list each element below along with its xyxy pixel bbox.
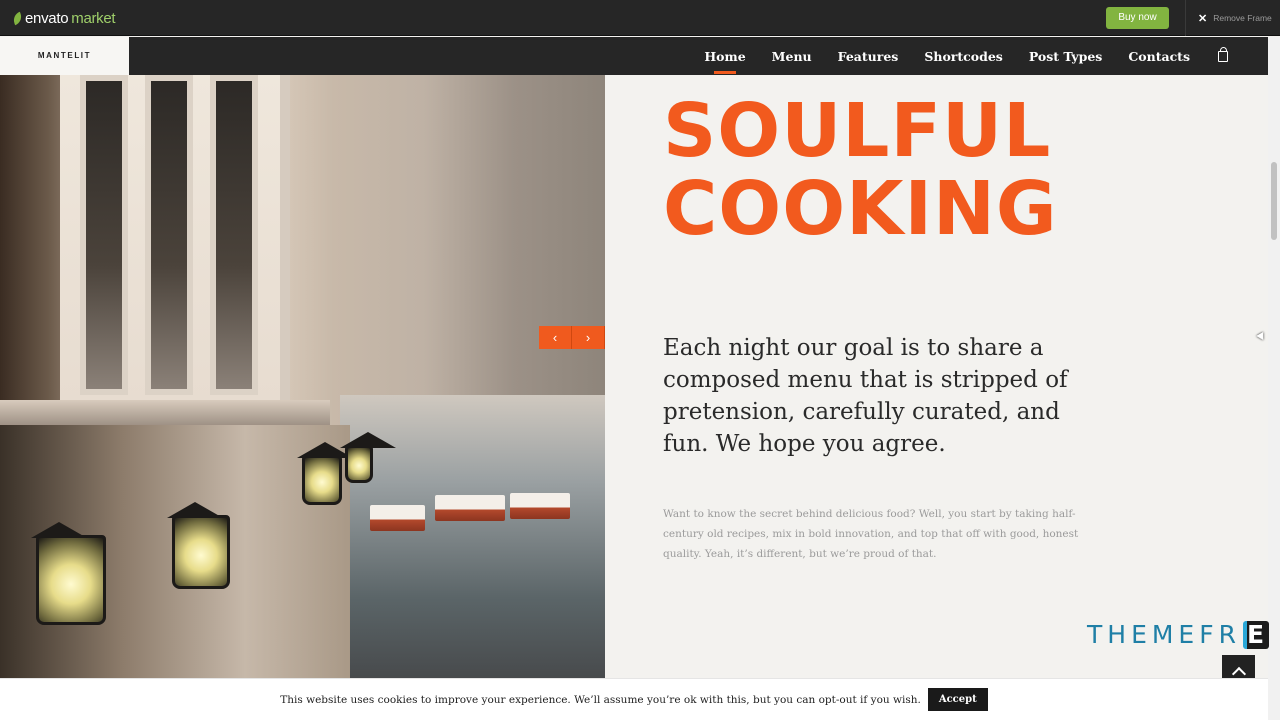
nav-item-home[interactable]: Home: [704, 49, 745, 64]
main-menu: Home Menu Features Shortcodes Post Types…: [704, 37, 1228, 75]
buy-now-button[interactable]: Buy now: [1106, 7, 1169, 29]
themefreesia-watermark: THEMEFR E: [1087, 620, 1269, 649]
window-pane: [210, 75, 258, 395]
nav-item-post-types[interactable]: Post Types: [1029, 49, 1103, 64]
headline-line-2: COOKING: [663, 166, 1058, 252]
leaf-icon: [11, 11, 24, 26]
window-pane: [80, 75, 128, 395]
nav-item-shortcodes[interactable]: Shortcodes: [924, 49, 1003, 64]
site-brand-logo[interactable]: MANTELIT: [0, 37, 129, 75]
slider-next-button[interactable]: ›: [572, 326, 605, 349]
logo-market-text: market: [71, 10, 116, 27]
nav-item-menu[interactable]: Menu: [772, 49, 812, 64]
lantern-shape: [345, 445, 373, 483]
envato-market-logo[interactable]: envato market: [11, 10, 116, 27]
slider-prev-button[interactable]: ‹: [539, 326, 572, 349]
logo-envato-text: envato: [25, 10, 69, 27]
remove-frame-label: Remove Frame: [1213, 13, 1272, 23]
watermark-badge: E: [1242, 620, 1269, 649]
window-sill: [0, 400, 330, 426]
boat-shape: [435, 495, 505, 521]
window-illustration: [60, 75, 290, 405]
hero-photo: [0, 75, 605, 678]
lantern-shape: [172, 515, 230, 589]
shopping-bag-icon[interactable]: [1218, 46, 1228, 62]
slider-controls: ‹ ›: [539, 326, 605, 349]
close-icon: ✕: [1198, 12, 1208, 25]
headline-line-1: SOULFUL: [663, 88, 1052, 174]
cookie-message: This website uses cookies to improve you…: [280, 693, 921, 706]
hero-headline: SOULFUL COOKING: [663, 92, 1058, 248]
mouse-cursor-icon: [1256, 331, 1267, 343]
cookie-consent-bar: This website uses cookies to improve you…: [0, 678, 1268, 720]
lantern-shape: [36, 535, 106, 625]
watermark-text: THEMEFR: [1087, 620, 1241, 649]
nav-item-features[interactable]: Features: [838, 49, 899, 64]
nav-item-contacts[interactable]: Contacts: [1128, 49, 1190, 64]
cookie-accept-button[interactable]: Accept: [927, 688, 988, 711]
scrollbar-thumb[interactable]: [1271, 162, 1277, 240]
boat-shape: [370, 505, 425, 531]
envato-frame-bar: envato market Buy now ✕ Remove Frame: [0, 0, 1280, 36]
site-navbar: MANTELIT Home Menu Features Shortcodes P…: [0, 37, 1268, 75]
remove-frame-button[interactable]: ✕ Remove Frame: [1185, 0, 1280, 36]
boat-shape: [510, 493, 570, 519]
page-scrollbar[interactable]: [1268, 37, 1280, 720]
lantern-shape: [302, 455, 342, 505]
window-pane: [145, 75, 193, 395]
hero-lead-text: Each night our goal is to share a compos…: [663, 335, 1068, 457]
hero-body-text: Want to know the secret behind delicious…: [663, 508, 1079, 560]
harbor-illustration: [340, 395, 605, 678]
